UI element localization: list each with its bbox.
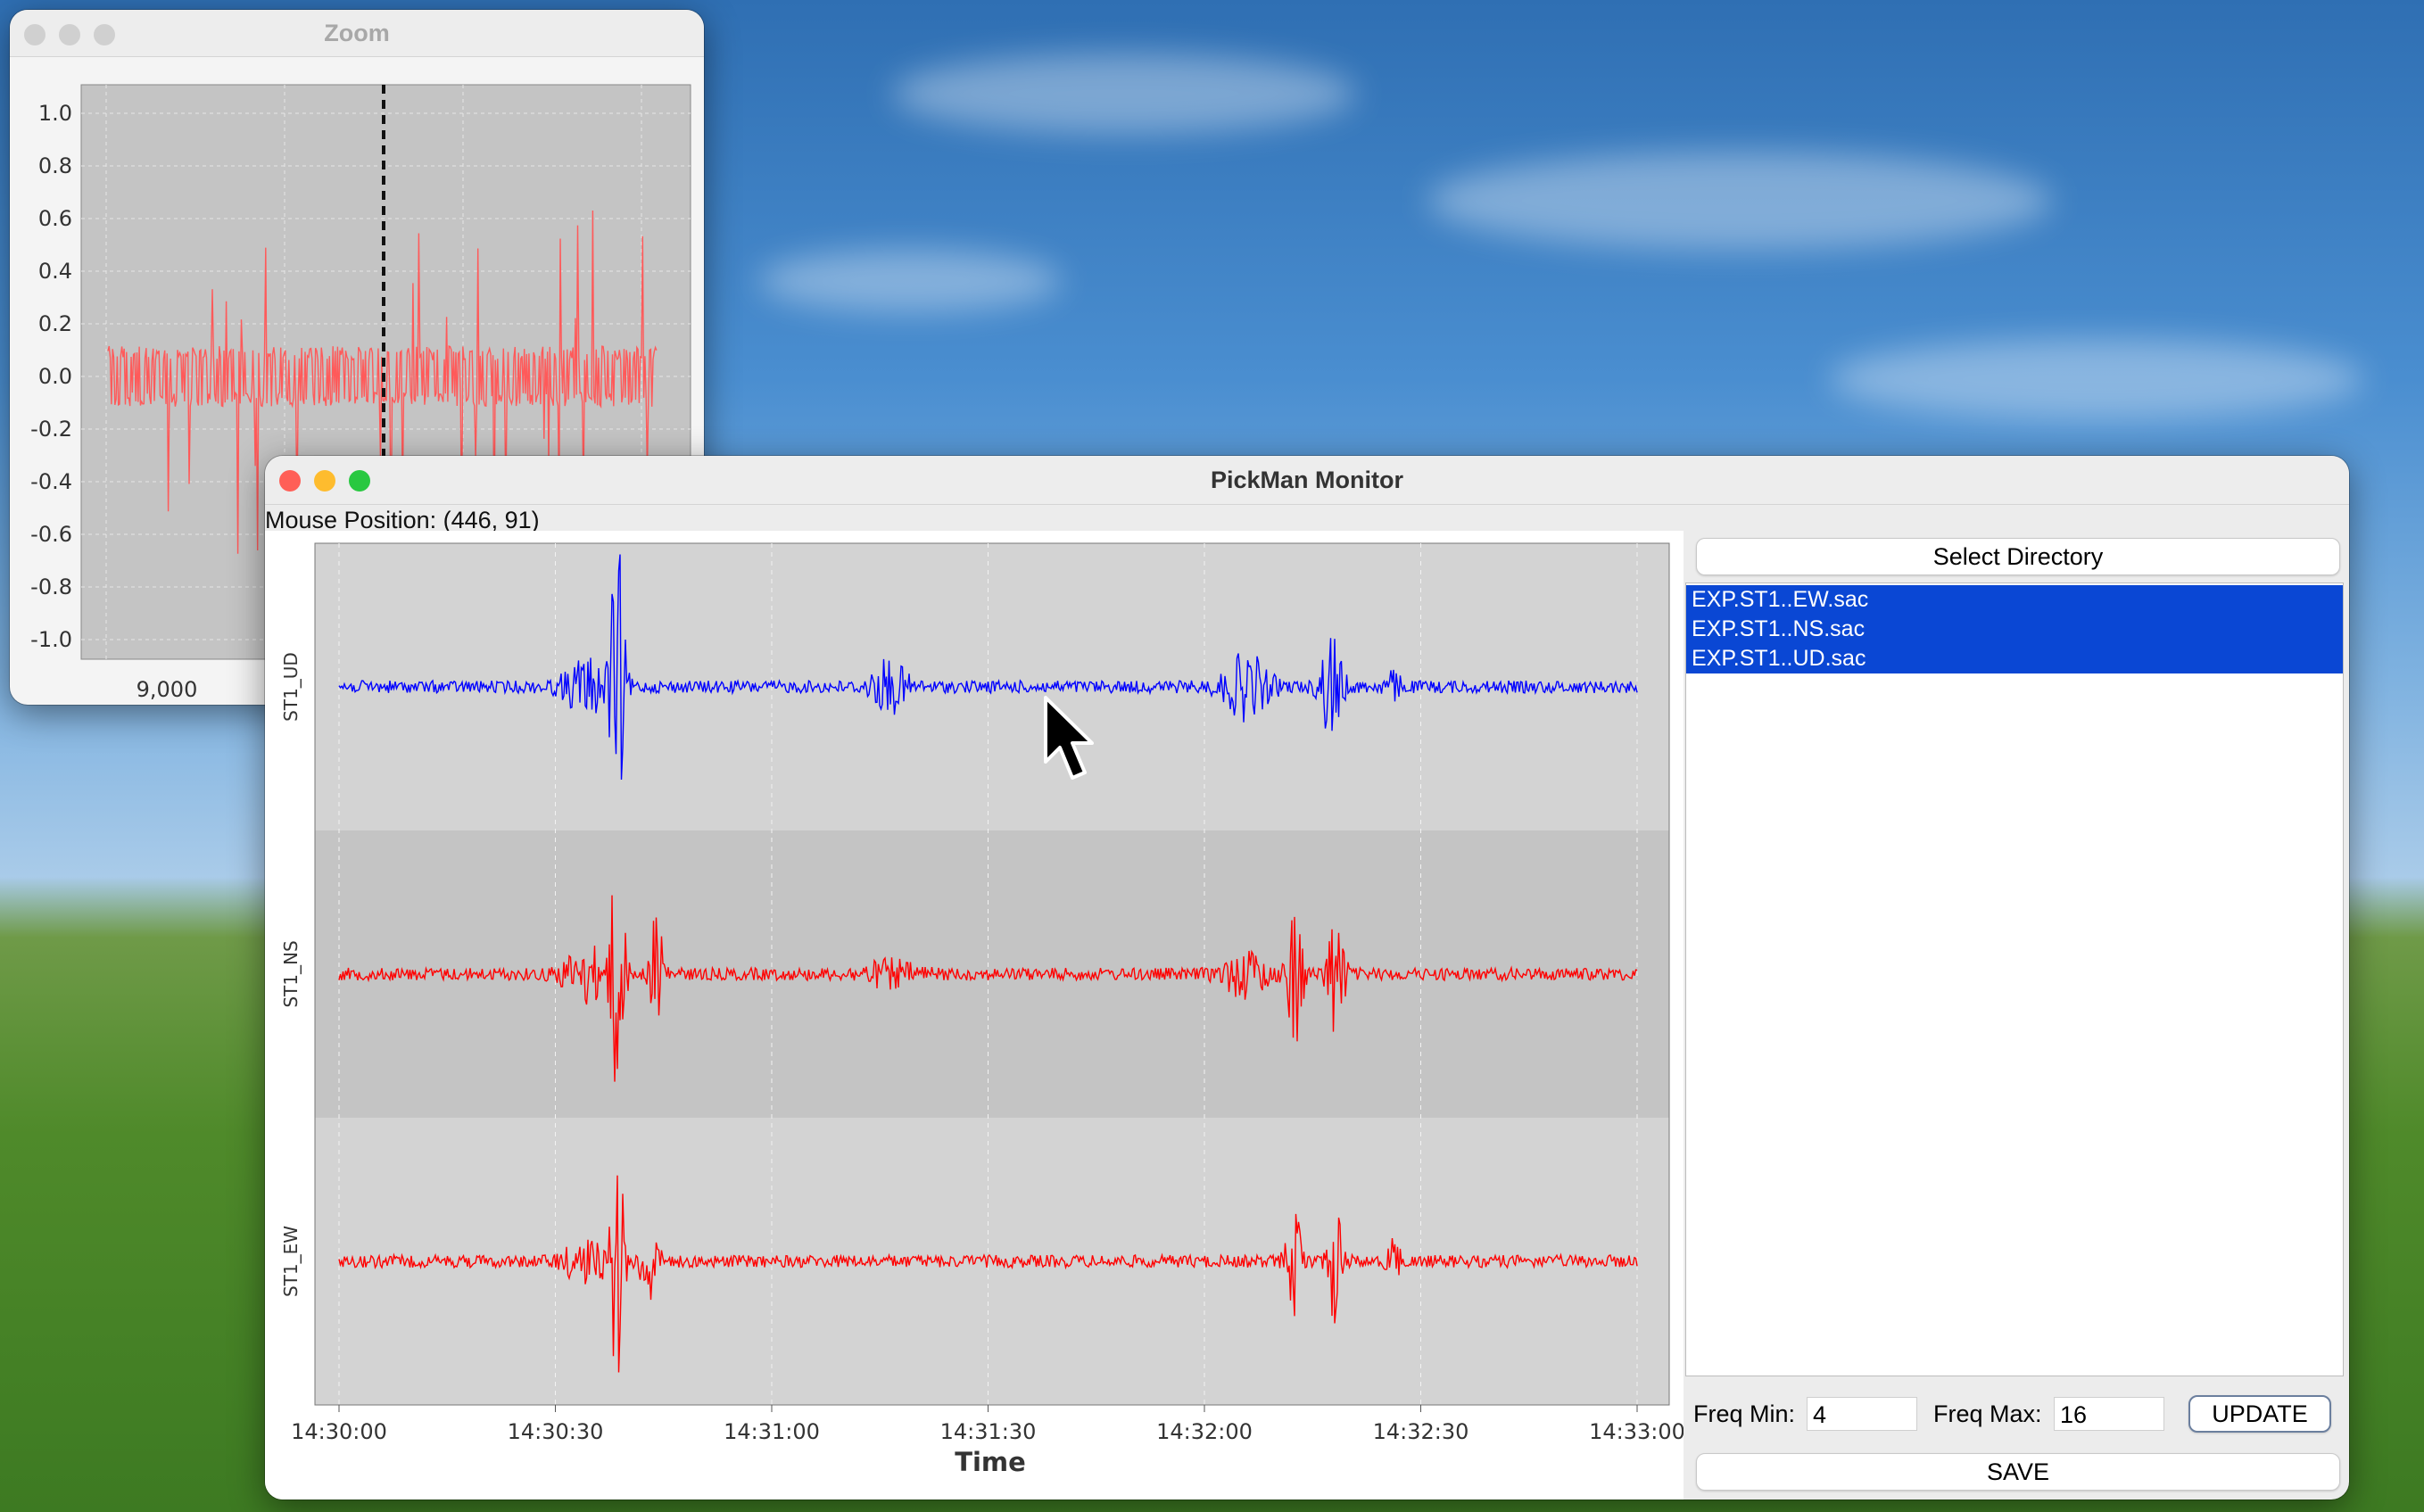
y-tick-label: 0.6	[38, 206, 72, 231]
update-button[interactable]: UPDATE	[2188, 1395, 2331, 1433]
freq-max-input[interactable]: 16	[2054, 1397, 2164, 1431]
x-tick-label: 14:31:30	[940, 1419, 1037, 1444]
sky-cloud	[1829, 339, 2364, 419]
track-label: ST1_NS	[280, 940, 302, 1007]
list-item[interactable]: EXP.ST1..EW.sac	[1686, 585, 2343, 615]
track-label: ST1_EW	[280, 1226, 302, 1297]
save-button[interactable]: SAVE	[1696, 1453, 2340, 1491]
sky-cloud	[892, 54, 1356, 134]
zoom-title: Zoom	[324, 20, 390, 46]
file-list[interactable]: EXP.ST1..EW.sac EXP.ST1..NS.sac EXP.ST1.…	[1685, 582, 2344, 1376]
freq-min-input[interactable]: 4	[1807, 1397, 1917, 1431]
chart-panel: 14:30:00 14:30:30 14:31:00 14:31:30 14:32:00…	[265, 531, 1684, 1500]
pickman-window[interactable]: PickMan Monitor Mouse Position: (446, 91…	[265, 456, 2349, 1500]
x-tick-label: 14:30:30	[508, 1419, 604, 1444]
x-axis-label: Time	[955, 1447, 1026, 1477]
x-tick-label: 14:31:00	[724, 1419, 820, 1444]
y-tick-label: -0.4	[30, 469, 72, 494]
seismogram-chart[interactable]: 14:30:00 14:30:30 14:31:00 14:31:30 14:32:00…	[265, 531, 1684, 1500]
list-item[interactable]: EXP.ST1..NS.sac	[1686, 615, 2343, 644]
x-tick-label: 14:33:00	[1589, 1419, 1684, 1444]
pickman-titlebar[interactable]: PickMan Monitor	[265, 456, 2349, 505]
x-tick-label: 14:32:30	[1373, 1419, 1469, 1444]
zoom-titlebar[interactable]: Zoom	[10, 10, 704, 57]
sky-cloud	[758, 250, 1062, 312]
freq-min-label: Freq Min:	[1693, 1400, 1796, 1427]
y-tick-label: 0.2	[38, 311, 72, 336]
pickman-title: PickMan Monitor	[1210, 467, 1403, 493]
list-item[interactable]: EXP.ST1..UD.sac	[1686, 644, 2343, 673]
y-tick-label: -0.8	[30, 574, 72, 599]
y-tick-label: 1.0	[38, 101, 72, 126]
freq-max-label: Freq Max:	[1933, 1400, 2042, 1427]
y-tick-label: 0.4	[38, 259, 72, 284]
y-tick-label: 0.0	[38, 364, 72, 389]
y-tick-label: -1.0	[30, 627, 72, 652]
x-tick-label: 9,000	[137, 677, 198, 702]
x-tick-label: 14:32:00	[1156, 1419, 1253, 1444]
track-label: ST1_UD	[280, 652, 302, 722]
y-tick-label: -0.6	[30, 522, 72, 547]
mouse-cursor-icon	[1044, 696, 1094, 780]
x-tick-label: 14:30:00	[291, 1419, 387, 1444]
select-directory-button[interactable]: Select Directory	[1696, 538, 2340, 575]
y-tick-label: 0.8	[38, 153, 72, 178]
sky-cloud	[1427, 152, 2052, 250]
y-tick-label: -0.2	[30, 417, 72, 442]
